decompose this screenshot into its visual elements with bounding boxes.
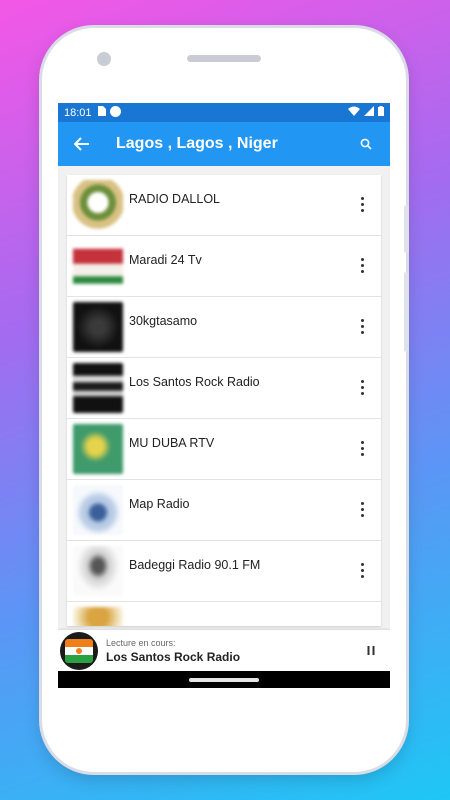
more-options-icon[interactable] <box>359 197 365 213</box>
station-name: Maradi 24 Tv <box>129 253 202 267</box>
battery-icon <box>378 106 384 119</box>
station-row-mu-duba-rtv[interactable]: MU DUBA RTV <box>67 419 381 480</box>
station-row-radio-dallol[interactable]: RADIO DALLOL <box>67 175 381 236</box>
more-options-icon[interactable] <box>359 258 365 274</box>
station-list: RADIO DALLOL Maradi 24 Tv 30kgtasamo Los… <box>67 175 381 626</box>
volume-button <box>404 205 409 253</box>
station-logo <box>73 485 123 535</box>
power-button <box>404 272 409 352</box>
station-row-map-radio[interactable]: Map Radio <box>67 480 381 541</box>
station-logo <box>73 546 123 596</box>
station-name: Map Radio <box>129 497 190 511</box>
more-options-icon[interactable] <box>359 502 365 518</box>
station-name: Los Santos Rock Radio <box>129 375 260 389</box>
sim-card-icon <box>97 106 106 119</box>
more-options-icon[interactable] <box>359 319 365 335</box>
station-logo <box>73 363 123 413</box>
back-arrow-icon[interactable] <box>70 132 94 156</box>
station-name: 30kgtasamo <box>129 314 198 328</box>
station-logo <box>73 424 123 474</box>
more-options-icon[interactable] <box>359 441 365 457</box>
station-logo <box>73 607 123 626</box>
status-bar: 18:01 <box>58 103 390 122</box>
front-camera <box>97 52 111 66</box>
station-row-maradi-24-tv[interactable]: Maradi 24 Tv <box>67 236 381 297</box>
more-options-icon[interactable] <box>359 563 365 579</box>
app-screen: 18:01 Lagos , Lagos , Niger RADIO DALLOL… <box>58 103 390 688</box>
station-name: MU DUBA RTV <box>129 436 215 450</box>
wifi-icon <box>348 106 360 119</box>
now-playing-label: Lecture en cours: <box>106 637 176 648</box>
station-row-badeggi-radio[interactable]: Badeggi Radio 90.1 FM <box>67 541 381 602</box>
station-logo <box>73 241 123 291</box>
page-title: Lagos , Lagos , Niger <box>116 135 278 152</box>
home-gesture-bar[interactable] <box>189 677 259 682</box>
now-playing-logo <box>60 631 98 670</box>
station-logo <box>73 180 123 230</box>
station-name: Badeggi Radio 90.1 FM <box>129 558 261 572</box>
more-options-icon[interactable] <box>359 380 365 396</box>
system-nav-bar <box>58 671 390 688</box>
search-icon[interactable] <box>354 132 378 156</box>
pause-icon[interactable] <box>362 642 380 660</box>
now-playing-bar[interactable]: Lecture en cours: Los Santos Rock Radio <box>58 630 390 671</box>
station-row-partial[interactable] <box>67 602 381 626</box>
station-row-30kgtasamo[interactable]: 30kgtasamo <box>67 297 381 358</box>
status-time: 18:01 <box>64 106 92 119</box>
earpiece-speaker <box>187 55 261 62</box>
app-bar: Lagos , Lagos , Niger <box>58 122 390 166</box>
station-row-los-santos-rock-radio[interactable]: Los Santos Rock Radio <box>67 358 381 419</box>
now-playing-title: Los Santos Rock Radio <box>106 649 241 664</box>
station-name: RADIO DALLOL <box>129 192 221 206</box>
station-logo <box>73 302 123 352</box>
notification-icon <box>109 105 121 120</box>
signal-icon <box>364 106 374 119</box>
